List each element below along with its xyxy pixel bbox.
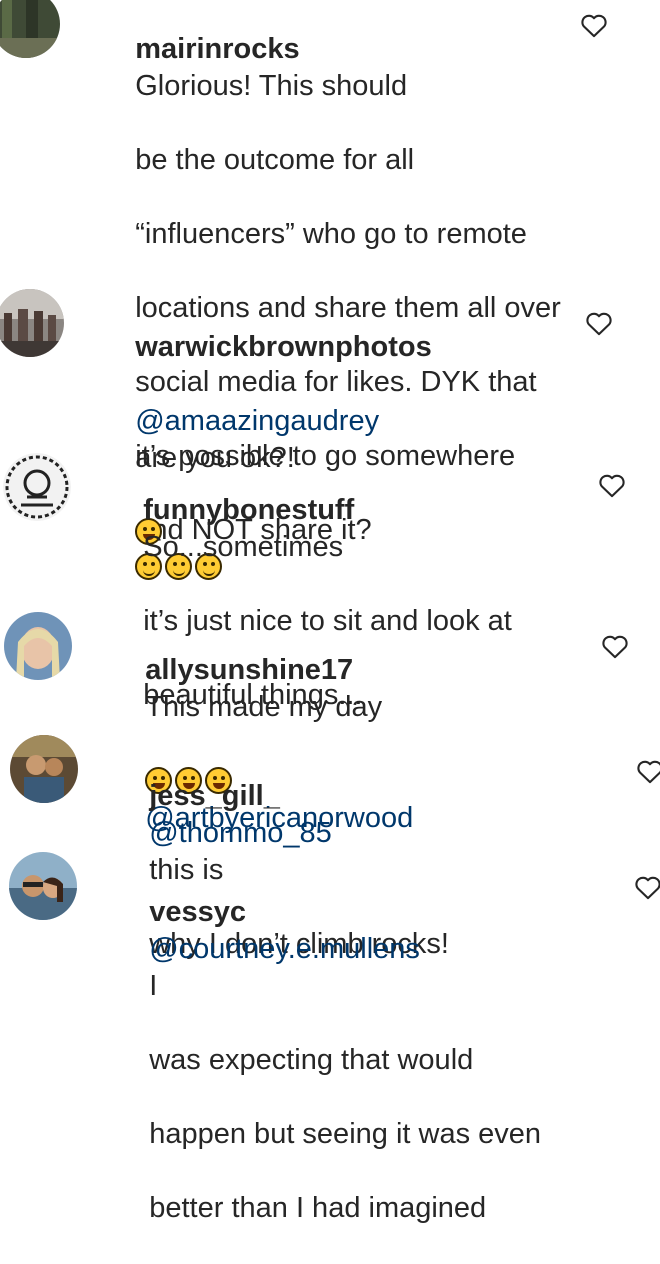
comment-text: vessyc @courtney.e.mullens I was expecti… (117, 857, 597, 1264)
comment-username[interactable]: jess_gill_ (149, 780, 280, 812)
comment-body-line: Glorious! This should (135, 70, 408, 102)
heart-outline-icon[interactable] (585, 310, 613, 336)
comment-username[interactable]: allysunshine17 (145, 654, 353, 686)
avatar[interactable] (0, 0, 60, 58)
heart-outline-icon[interactable] (601, 633, 629, 659)
avatar[interactable] (4, 612, 72, 680)
avatar[interactable] (9, 852, 77, 920)
mention-link[interactable]: @amaazingaudrey (135, 405, 379, 437)
comment-body: This made my day (145, 691, 383, 723)
comment-username[interactable]: funnybonestuff (143, 494, 354, 526)
heart-outline-icon[interactable] (598, 472, 626, 498)
avatar[interactable] (10, 735, 78, 803)
avatar[interactable] (3, 453, 71, 521)
avatar[interactable] (0, 289, 64, 357)
comment-body-line: better than I had imagined (149, 1192, 487, 1224)
comment-body-line: “influencers” who go to remote (135, 218, 527, 250)
comment-body-line: So...sometimes (143, 531, 344, 563)
heart-outline-icon[interactable] (634, 874, 660, 900)
comment-body-line: was expecting that would (149, 1044, 474, 1076)
comment-username[interactable]: warwickbrownphotos (135, 331, 431, 363)
mention-link[interactable]: @courtney.e.mullens (149, 933, 420, 965)
comment-body-line: be the outcome for all (135, 144, 415, 176)
heart-outline-icon[interactable] (636, 758, 660, 784)
comment-body: I (149, 970, 158, 1002)
comment-username[interactable]: mairinrocks (135, 33, 299, 65)
mention-link[interactable]: @thommo_85 (149, 817, 332, 849)
comment-username[interactable]: vessyc (149, 896, 246, 928)
heart-outline-icon[interactable] (580, 12, 608, 38)
comment-body-line: happen but seeing it was even (149, 1118, 542, 1150)
